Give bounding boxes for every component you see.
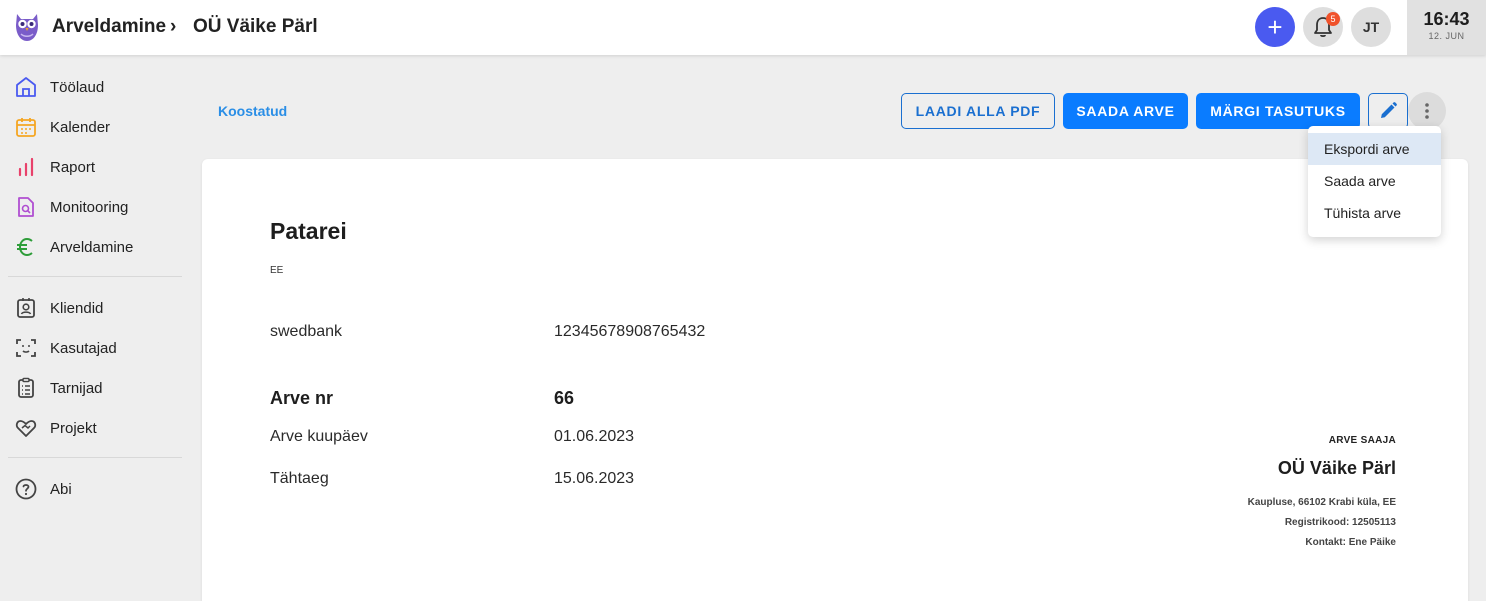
sidebar-item-label: Kasutajad bbox=[50, 339, 117, 357]
clock-time: 16:43 bbox=[1423, 9, 1470, 29]
handshake-heart-icon bbox=[15, 420, 37, 437]
add-button[interactable]: + bbox=[1255, 7, 1295, 47]
invoice-number: 66 bbox=[554, 388, 575, 408]
bar-chart-icon bbox=[18, 157, 34, 177]
more-options-menu: Ekspordi arve Saada arve Tühista arve bbox=[1308, 126, 1441, 237]
clock-widget: 16:43 12. JUN bbox=[1407, 0, 1486, 55]
mark-paid-button[interactable]: MÄRGI TASUTUKS bbox=[1196, 93, 1360, 129]
sidebar-item-label: Projekt bbox=[50, 419, 97, 437]
sidebar-item-label: Kalender bbox=[50, 118, 111, 136]
invoice-status-link[interactable]: Koostatud bbox=[218, 103, 287, 119]
clock-date: 12. JUN bbox=[1428, 31, 1465, 41]
sidebar-item-label: Monitooring bbox=[50, 198, 129, 216]
sidebar-item-kasutajad[interactable]: Kasutajad bbox=[0, 330, 188, 366]
recipient-address: Kaupluse, 66102 Krabi küla, EE bbox=[1247, 497, 1396, 508]
sidebar-item-arveldamine[interactable]: Arveldamine bbox=[0, 229, 188, 265]
sidebar-item-projekt[interactable]: Projekt bbox=[0, 410, 188, 446]
due-date: 15.06.2023 bbox=[554, 470, 635, 487]
bank-name: swedbank bbox=[270, 323, 343, 340]
sidebar-item-monitooring[interactable]: Monitooring bbox=[0, 189, 188, 225]
home-icon bbox=[16, 77, 36, 97]
breadcrumb-root[interactable]: Arveldamine bbox=[52, 16, 166, 38]
breadcrumb-separator: › bbox=[170, 16, 177, 37]
user-avatar[interactable]: JT bbox=[1351, 7, 1391, 47]
plus-icon: + bbox=[1267, 12, 1283, 42]
euro-icon bbox=[17, 237, 33, 257]
document-search-icon bbox=[18, 197, 34, 217]
kebab-menu-icon bbox=[1425, 103, 1429, 119]
contact-card-icon bbox=[17, 298, 35, 318]
edit-button[interactable] bbox=[1368, 93, 1408, 129]
menu-item-export-invoice[interactable]: Ekspordi arve bbox=[1308, 133, 1441, 165]
invoice-card: Patarei EE swedbank 12345678908765432 Ar… bbox=[202, 159, 1468, 601]
sidebar-item-label: Abi bbox=[50, 480, 72, 498]
issuer-company-name: Patarei bbox=[270, 218, 347, 244]
recipient-reg-code: Registrikood: 12505113 bbox=[1284, 517, 1396, 528]
menu-item-send-invoice[interactable]: Saada arve bbox=[1308, 165, 1441, 197]
menu-item-cancel-invoice[interactable]: Tühista arve bbox=[1308, 197, 1441, 229]
issuer-country: EE bbox=[270, 265, 284, 276]
sidebar-item-abi[interactable]: Abi bbox=[0, 471, 188, 507]
bank-account: 12345678908765432 bbox=[554, 323, 706, 340]
recipient-label: ARVE SAAJA bbox=[1328, 435, 1396, 446]
send-invoice-button[interactable]: SAADA ARVE bbox=[1063, 93, 1188, 129]
help-icon bbox=[15, 478, 37, 500]
sidebar-item-label: Tarnijad bbox=[50, 379, 103, 397]
invoice-date-label: Arve kuupäev bbox=[270, 428, 368, 445]
download-pdf-button[interactable]: LAADI ALLA PDF bbox=[901, 93, 1055, 129]
sidebar-item-label: Kliendid bbox=[50, 299, 104, 317]
sidebar: Töölaud Kalender Raport Monitooring Arve… bbox=[0, 55, 190, 601]
owl-logo-icon[interactable] bbox=[12, 11, 42, 43]
more-options-button[interactable] bbox=[1408, 92, 1446, 130]
recipient-name: OÜ Väike Pärl bbox=[1277, 458, 1396, 478]
due-date-label: Tähtaeg bbox=[270, 470, 329, 487]
sidebar-item-label: Raport bbox=[50, 158, 96, 176]
invoice-number-label: Arve nr bbox=[270, 388, 334, 408]
clipboard-icon bbox=[18, 377, 34, 398]
breadcrumb-current: OÜ Väike Pärl bbox=[193, 16, 318, 37]
sidebar-item-toolaud[interactable]: Töölaud bbox=[0, 69, 188, 105]
sidebar-divider bbox=[8, 457, 182, 458]
sidebar-item-label: Arveldamine bbox=[50, 238, 134, 256]
face-scan-icon bbox=[16, 339, 36, 357]
sidebar-divider bbox=[8, 276, 182, 277]
sidebar-item-raport[interactable]: Raport bbox=[0, 149, 188, 185]
invoice-date: 01.06.2023 bbox=[554, 428, 635, 445]
sidebar-item-kalender[interactable]: Kalender bbox=[0, 109, 188, 145]
sidebar-item-kliendid[interactable]: Kliendid bbox=[0, 290, 188, 326]
top-header: Arveldamine › OÜ Väike Pärl + 5 JT 16:43… bbox=[0, 0, 1486, 55]
pencil-icon bbox=[1381, 102, 1397, 118]
recipient-contact: Kontakt: Ene Päike bbox=[1305, 537, 1396, 548]
sidebar-item-tarnijad[interactable]: Tarnijad bbox=[0, 370, 188, 406]
notifications-button[interactable]: 5 bbox=[1303, 7, 1343, 47]
calendar-icon bbox=[16, 118, 36, 137]
sidebar-item-label: Töölaud bbox=[50, 78, 105, 96]
notification-count-badge: 5 bbox=[1326, 12, 1340, 26]
